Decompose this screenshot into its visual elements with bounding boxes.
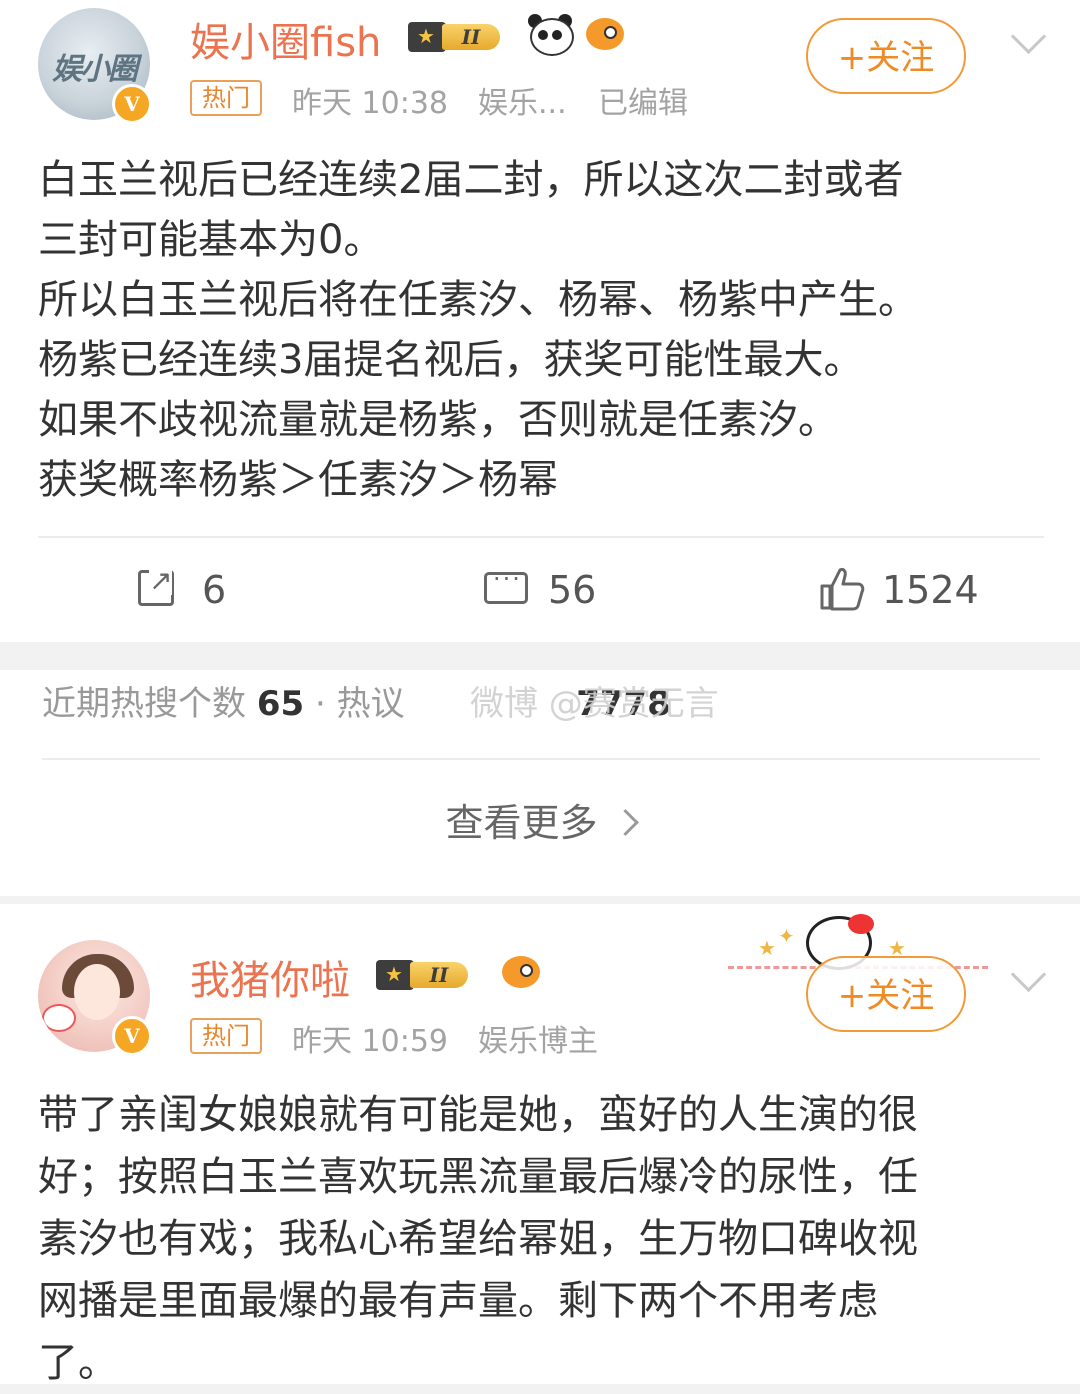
chevron-down-icon[interactable] [1010, 18, 1047, 55]
repost-icon [138, 567, 174, 606]
post-time: 昨天 10:38 [292, 86, 448, 121]
separator-dot: · [314, 684, 326, 724]
crown-level-icon: II [408, 20, 516, 52]
view-more-button[interactable]: 查看更多 [0, 792, 1080, 847]
panda-icon [528, 14, 574, 56]
view-more-label: 查看更多 [445, 801, 598, 845]
post-line: 如果不歧视流量就是杨紫，否则就是任素汐。 [38, 397, 838, 443]
divider [38, 536, 1044, 538]
chevron-right-icon [611, 809, 639, 836]
follow-button[interactable]: +关注 [806, 956, 966, 1032]
post-line: 所以白玉兰视后将在任素汐、杨幂、杨紫中产生。 [38, 277, 918, 323]
post-body: 带了亲闺女娘娘就有可能是她，蛮好的人生演的很 好；按照白玉兰喜欢玩黑流量最后爆冷… [38, 1084, 918, 1394]
post-line: 杨紫已经连续3届提名视后，获奖可能性最大。 [38, 337, 864, 383]
comment-count: 56 [548, 568, 597, 612]
comment-icon [484, 565, 528, 604]
post-line: 素汐也有戏；我私心希望给幂姐，生万物口碑收视 [38, 1216, 918, 1262]
post-line: 了。 [38, 1340, 118, 1386]
post-line: 白玉兰视后已经连续2届二封，所以这次二封或者 [38, 157, 904, 203]
fish-icon [498, 952, 544, 992]
post-line: 获奖概率杨紫＞任素汐＞杨幂 [38, 457, 558, 503]
post-time: 昨天 10:59 [292, 1024, 448, 1059]
fish-icon [582, 14, 628, 54]
divider [42, 758, 1040, 760]
post-line: 三封可能基本为0。 [38, 217, 384, 263]
level-badge: II [410, 962, 468, 988]
discussion-label: 热议 [336, 684, 405, 724]
post-source: 娱乐博主 [478, 1024, 598, 1059]
thumbs-up-icon [820, 568, 865, 611]
hot-tag: 热门 [190, 1018, 262, 1054]
username[interactable]: 娱小圈fish [190, 10, 381, 68]
edited-label: 已编辑 [598, 86, 688, 121]
repost-count: 6 [202, 568, 227, 612]
post-body: 白玉兰视后已经连续2届二封，所以这次二封或者 三封可能基本为0。 所以白玉兰视后… [38, 150, 918, 510]
post-source: 娱乐... [478, 86, 567, 121]
post-line: 带了亲闺女娘娘就有可能是她，蛮好的人生演的很 [38, 1092, 918, 1138]
watermark: 微博 @赛赏无言 [470, 684, 719, 724]
verified-badge-icon: V [112, 1016, 152, 1056]
post-card-1: 娱小圈 V 娱小圈fish II 热门 昨天 10:38 娱乐... 已编辑 +… [0, 0, 1080, 642]
hot-tag: 热门 [190, 80, 262, 116]
like-count: 1524 [882, 568, 979, 612]
post-line: 好；按照白玉兰喜欢玩黑流量最后爆冷的尿性，任 [38, 1154, 918, 1200]
hot-search-count: 65 [256, 684, 305, 724]
username[interactable]: 我猪你啦 [190, 948, 350, 1006]
level-badge: II [442, 24, 500, 50]
avatar-logo-text: 娱小圈 [52, 52, 138, 87]
follow-button[interactable]: +关注 [806, 18, 966, 94]
crown-level-icon: II [376, 958, 484, 990]
post-line: 网播是里面最爆的最有声量。剩下两个不用考虑 [38, 1278, 878, 1324]
verified-badge-icon: V [112, 84, 152, 124]
hot-search-label: 近期热搜个数 [42, 684, 246, 724]
